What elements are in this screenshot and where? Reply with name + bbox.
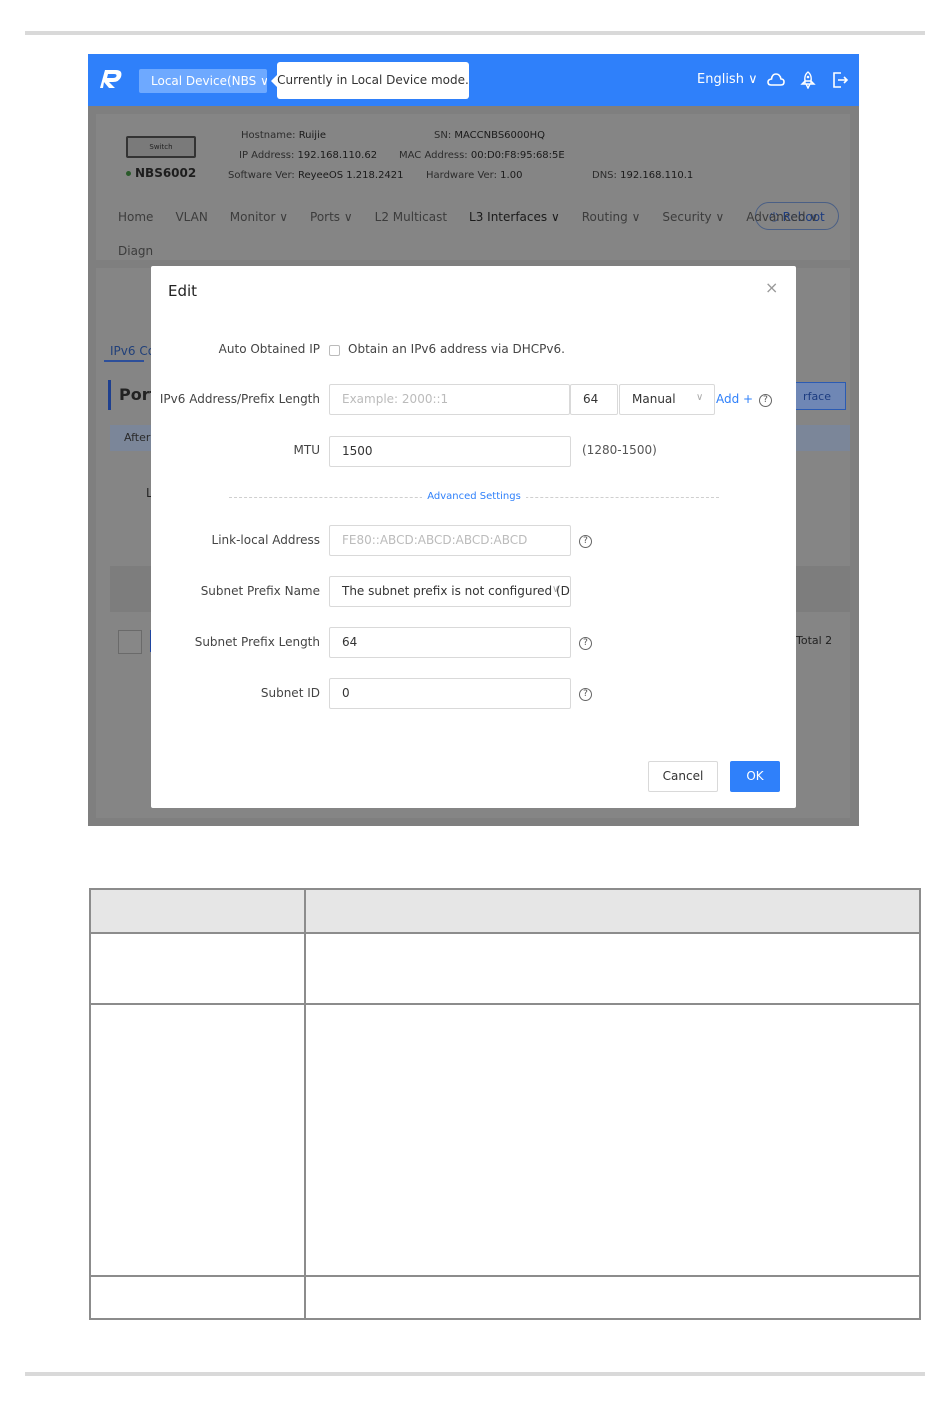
- main-nav: Home VLAN Monitor ∨ Ports ∨ L2 Multicast L3 I…: [118, 210, 840, 224]
- ui-screenshot: Local Device(NBS ∨ Currently in Local De…: [88, 54, 859, 826]
- table-header-cell: [304, 888, 921, 934]
- software-info: Software Ver: ReyeeOS 1.218.2421: [228, 170, 404, 181]
- prev-page-button[interactable]: [118, 630, 142, 654]
- edit-modal: Edit × Auto Obtained IP Obtain an IPv6 a…: [151, 266, 796, 808]
- nav-routing[interactable]: Routing ∨: [582, 210, 641, 224]
- top-bar: Local Device(NBS ∨ Currently in Local De…: [88, 54, 859, 106]
- device-model: NBS6002: [126, 166, 196, 180]
- tab-ipv6-config[interactable]: IPv6 Co: [110, 344, 155, 358]
- help-icon[interactable]: ?: [579, 688, 592, 701]
- port-heading: Port: [108, 380, 157, 410]
- ruijie-logo-icon: [100, 70, 122, 88]
- nav-ports[interactable]: Ports ∨: [310, 210, 353, 224]
- online-status-dot: [126, 171, 131, 176]
- help-icon[interactable]: ?: [579, 637, 592, 650]
- add-address-link[interactable]: Add +: [716, 392, 753, 406]
- subnet-prefix-length-input[interactable]: 64: [329, 627, 571, 658]
- prefix-length-input[interactable]: 64: [570, 384, 618, 415]
- mtu-range-hint: (1280-1500): [582, 443, 657, 457]
- dhcpv6-checkbox-text: Obtain an IPv6 address via DHCPv6.: [348, 342, 565, 356]
- top-rule: [25, 31, 925, 35]
- nav-vlan[interactable]: VLAN: [175, 210, 207, 224]
- subnet-prefix-name-label: Subnet Prefix Name: [200, 584, 320, 598]
- help-icon[interactable]: ?: [579, 535, 592, 548]
- dns-info: DNS: 192.168.110.1: [592, 170, 694, 181]
- help-icon[interactable]: ?: [759, 394, 772, 407]
- table-cell: [89, 1275, 306, 1320]
- chevron-down-icon: ∨: [696, 392, 704, 403]
- table-row: [89, 932, 921, 1005]
- sn-info: SN: MACCNBS6000HQ: [434, 130, 546, 141]
- switch-image: Switch: [126, 136, 196, 158]
- nav-home[interactable]: Home: [118, 210, 153, 224]
- mac-info: MAC Address: 00:D0:F8:95:68:5E: [399, 150, 565, 161]
- cancel-button[interactable]: Cancel: [648, 761, 718, 792]
- nav-advanced[interactable]: Advanced ∨: [746, 210, 818, 224]
- subnet-id-input[interactable]: 0: [329, 678, 571, 709]
- active-tab-indicator: [104, 360, 144, 362]
- nav-diagnostics[interactable]: Diagn: [118, 244, 153, 258]
- table-cell: [89, 932, 306, 1005]
- link-local-input[interactable]: FE80::ABCD:ABCD:ABCD:ABCD: [329, 525, 571, 556]
- ipv6-address-input[interactable]: Example: 2000::1: [329, 384, 570, 415]
- advanced-settings-link[interactable]: Advanced Settings: [229, 490, 719, 504]
- subnet-prefix-length-label: Subnet Prefix Length: [194, 635, 320, 649]
- close-icon[interactable]: ×: [765, 278, 778, 297]
- link-local-label: Link-local Address: [211, 533, 320, 547]
- table-row: [89, 1003, 921, 1277]
- document-table: [89, 888, 921, 1320]
- table-row: [89, 1275, 921, 1320]
- auto-ip-label: Auto Obtained IP: [218, 342, 320, 356]
- advanced-settings-divider: Advanced Settings: [229, 490, 719, 504]
- total-count: Total 2: [796, 634, 833, 647]
- language-dropdown[interactable]: English ∨: [697, 70, 758, 90]
- nav-l3-interfaces[interactable]: L3 Interfaces ∨: [469, 210, 560, 224]
- nav-monitor[interactable]: Monitor ∨: [230, 210, 288, 224]
- table-cell: [304, 932, 921, 1005]
- chevron-down-icon: ∨: [552, 584, 560, 595]
- table-header-row: [89, 888, 921, 934]
- logout-icon[interactable]: [831, 71, 849, 89]
- subnet-id-label: Subnet ID: [260, 686, 320, 700]
- nav-security[interactable]: Security ∨: [662, 210, 724, 224]
- hardware-info: Hardware Ver: 1.00: [426, 170, 523, 181]
- dimmed-background: Switch NBS6002 Hostname: Ruijie IP Addre…: [88, 106, 859, 826]
- local-device-dropdown[interactable]: Local Device(NBS ∨: [139, 69, 267, 93]
- nav-l2-multicast[interactable]: L2 Multicast: [375, 210, 447, 224]
- subnet-prefix-name-select[interactable]: The subnet prefix is not configured (D: [329, 576, 571, 607]
- dhcpv6-checkbox[interactable]: [329, 345, 340, 356]
- mode-tooltip: Currently in Local Device mode.: [271, 62, 469, 99]
- table-cell: [89, 1003, 306, 1277]
- bottom-rule: [25, 1372, 925, 1376]
- ipv6-address-label: IPv6 Address/Prefix Length: [159, 392, 320, 406]
- ok-button[interactable]: OK: [730, 761, 780, 792]
- device-info-card: Switch NBS6002 Hostname: Ruijie IP Addre…: [96, 114, 850, 260]
- cloud-icon[interactable]: [767, 71, 785, 89]
- upgrade-rocket-icon[interactable]: [799, 71, 817, 89]
- mtu-input[interactable]: 1500: [329, 436, 571, 467]
- table-cell: [304, 1275, 921, 1320]
- table-header-cell: [89, 888, 306, 934]
- table-cell: [304, 1003, 921, 1277]
- modal-title: Edit: [168, 282, 198, 300]
- device-model-text: NBS6002: [135, 166, 197, 180]
- hostname-info: Hostname: Ruijie: [241, 130, 327, 141]
- ip-info: IP Address: 192.168.110.62: [239, 150, 378, 161]
- mtu-label: MTU: [293, 443, 320, 457]
